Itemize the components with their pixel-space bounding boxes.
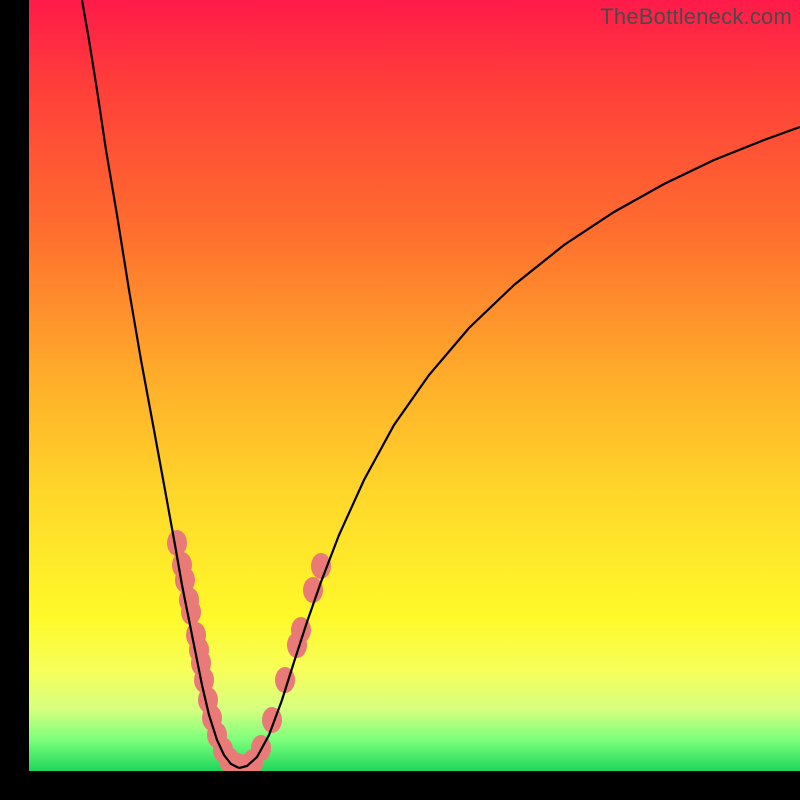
scatter-dots — [167, 530, 331, 780]
scatter-dot — [303, 577, 323, 603]
curve-right — [239, 127, 800, 768]
plot-svg — [29, 0, 800, 771]
left-border — [0, 0, 29, 800]
bottom-border — [0, 771, 800, 800]
scatter-dot — [181, 599, 201, 625]
curve-left — [82, 0, 239, 768]
watermark-text: TheBottleneck.com — [600, 4, 792, 30]
